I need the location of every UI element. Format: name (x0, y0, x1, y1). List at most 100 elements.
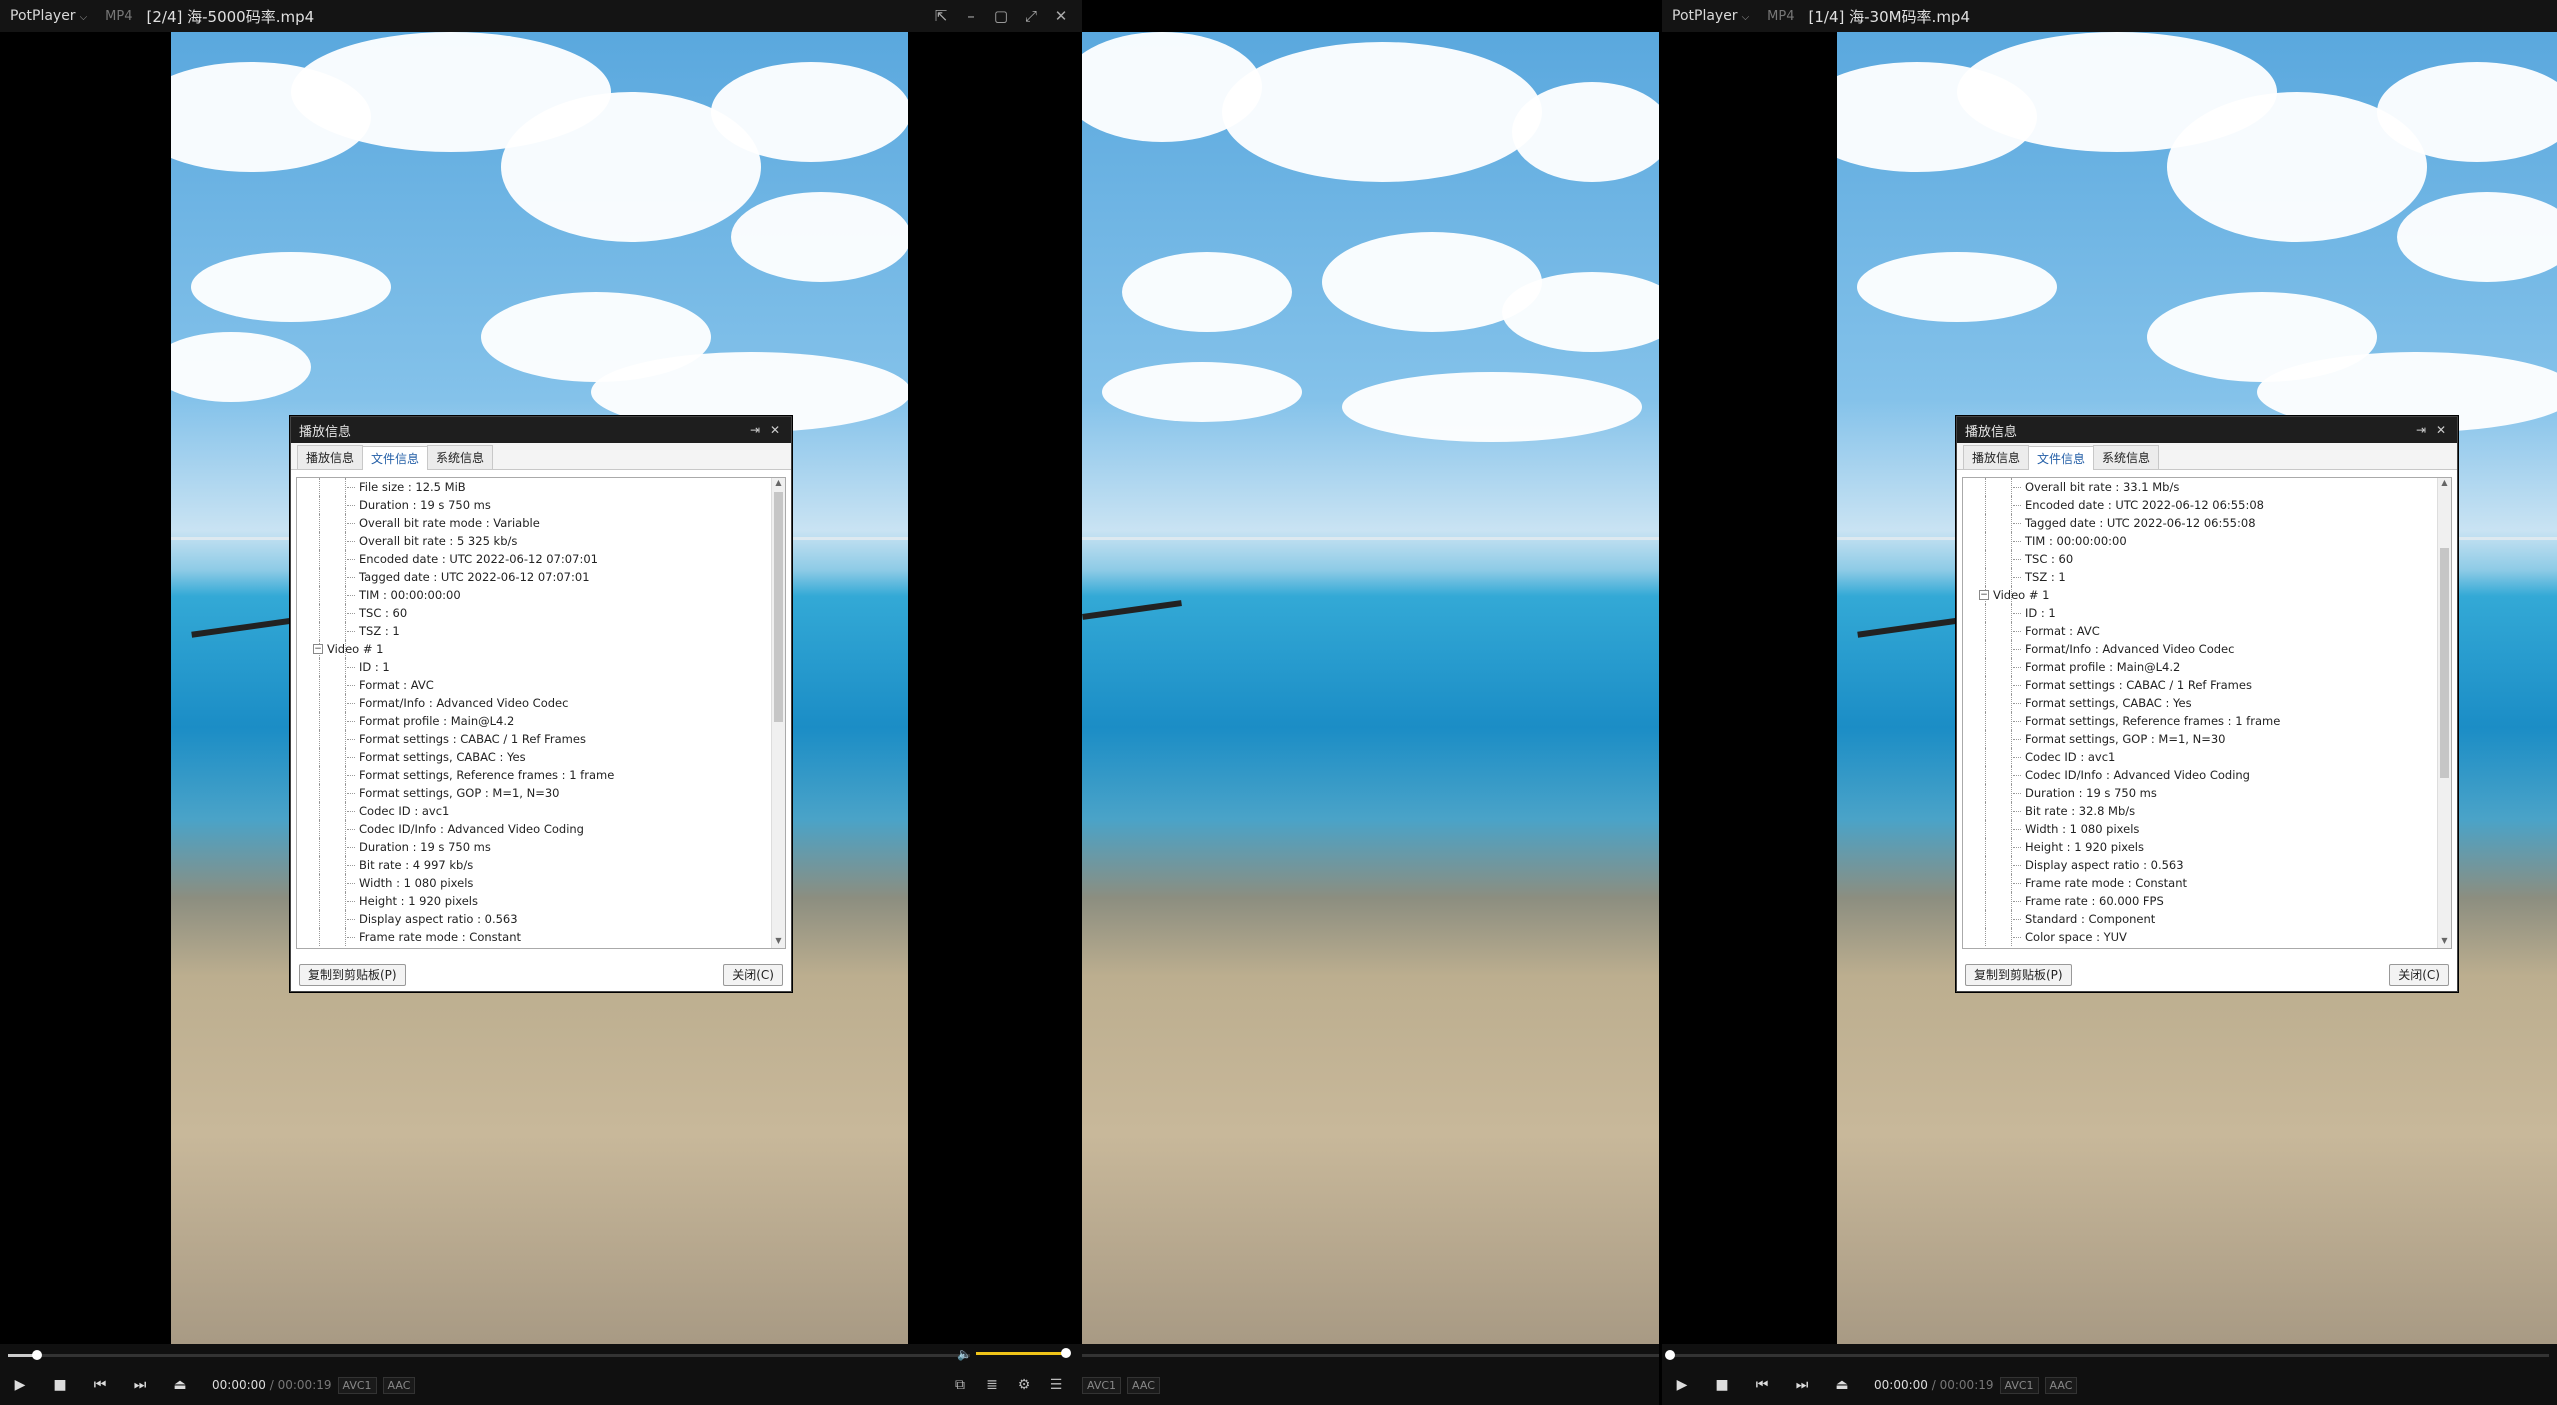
tree-row[interactable]: − Video # 1 (1963, 586, 2437, 604)
playlist-icon[interactable]: ≣ (976, 1377, 1008, 1393)
tree-row[interactable]: Format : AVC (1963, 622, 2437, 640)
tree-row[interactable]: Display aspect ratio : 0.563 (1963, 856, 2437, 874)
tree-row[interactable]: − Video # 1 (297, 640, 771, 658)
tab-playback-info[interactable]: 播放信息 (1963, 445, 2030, 469)
collapse-icon[interactable]: − (313, 644, 323, 654)
seek-bar[interactable] (1082, 1354, 1659, 1357)
volume-icon[interactable]: 🔈 (957, 1347, 972, 1361)
volume-slider[interactable] (976, 1348, 1071, 1358)
scroll-up-icon[interactable]: ▲ (2438, 478, 2451, 490)
tree-scrollbar[interactable]: ▲ ▼ (771, 478, 785, 948)
tree-row[interactable]: Standard : Component (1963, 910, 2437, 928)
tree-row[interactable]: TIM : 00:00:00:00 (297, 586, 771, 604)
dialog-title-bar[interactable]: 播放信息 ⇥ ✕ (291, 417, 791, 443)
tree-row[interactable]: Frame rate mode : Constant (1963, 874, 2437, 892)
tree-row[interactable]: ID : 1 (297, 658, 771, 676)
tab-file-info[interactable]: 文件信息 (2028, 446, 2095, 470)
eject-button[interactable]: ⏏ (160, 1377, 200, 1393)
play-button[interactable]: ▶ (1662, 1377, 1702, 1393)
tree-row[interactable]: Format/Info : Advanced Video Codec (1963, 640, 2437, 658)
subtitle-icon[interactable]: ⧉ (944, 1377, 976, 1393)
seek-bar[interactable] (1665, 1350, 2549, 1360)
tab-system-info[interactable]: 系统信息 (2093, 445, 2160, 469)
eject-button[interactable]: ⏏ (1822, 1377, 1862, 1393)
scrollbar-thumb[interactable] (2440, 548, 2449, 778)
tree-row[interactable]: Format profile : Main@L4.2 (297, 712, 771, 730)
stop-button[interactable]: ■ (40, 1377, 80, 1393)
tree-row[interactable]: Format settings, Reference frames : 1 fr… (297, 766, 771, 784)
settings-icon[interactable]: ⚙ (1008, 1377, 1040, 1393)
tree-row[interactable]: Frame rate mode : Constant (297, 928, 771, 946)
tree-row[interactable]: Codec ID/Info : Advanced Video Coding (297, 820, 771, 838)
copy-to-clipboard-button[interactable]: 复制到剪贴板(P) (299, 964, 406, 986)
tree-row[interactable]: TSZ : 1 (1963, 568, 2437, 586)
tree-scrollbar[interactable]: ▲ ▼ (2437, 478, 2451, 948)
tree-row[interactable]: Format settings : CABAC / 1 Ref Frames (1963, 676, 2437, 694)
tree-row[interactable]: TSC : 60 (297, 604, 771, 622)
tree-row[interactable]: Duration : 19 s 750 ms (1963, 784, 2437, 802)
pin-icon[interactable]: ⇱ (926, 7, 956, 25)
app-menu-button[interactable]: PotPlayer ⌵ (0, 8, 97, 24)
app-menu-button[interactable]: PotPlayer ⌵ (1662, 8, 1759, 24)
tree-row[interactable]: Format/Info : Advanced Video Codec (297, 694, 771, 712)
volume-thumb[interactable] (1061, 1348, 1071, 1358)
play-button[interactable]: ▶ (0, 1377, 40, 1393)
tree-row[interactable]: Bit rate : 32.8 Mb/s (1963, 802, 2437, 820)
tree-row[interactable]: Height : 1 920 pixels (297, 892, 771, 910)
dialog-title-bar[interactable]: 播放信息 ⇥ ✕ (1957, 417, 2457, 443)
collapse-icon[interactable]: − (1979, 590, 1989, 600)
tree-row[interactable]: Format profile : Main@L4.2 (1963, 658, 2437, 676)
maximize-button[interactable]: ▢ (986, 7, 1016, 25)
tree-row[interactable]: Width : 1 080 pixels (297, 874, 771, 892)
info-tree[interactable]: File size : 12.5 MiB Duration : 19 s 750 … (296, 477, 786, 949)
tab-file-info[interactable]: 文件信息 (362, 446, 429, 470)
info-tree[interactable]: Overall bit rate : 33.1 Mb/s Encoded date… (1962, 477, 2452, 949)
seek-thumb[interactable] (1665, 1350, 1675, 1360)
tree-row[interactable]: Overall bit rate : 5 325 kb/s (297, 532, 771, 550)
tree-row[interactable]: Color space : YUV (1963, 928, 2437, 946)
tree-row[interactable]: Format settings, Reference frames : 1 fr… (1963, 712, 2437, 730)
tree-row[interactable]: Codec ID/Info : Advanced Video Coding (1963, 766, 2437, 784)
tree-row[interactable]: Format settings, GOP : M=1, N=30 (1963, 730, 2437, 748)
close-dialog-button[interactable]: 关闭(C) (2389, 964, 2449, 986)
copy-to-clipboard-button[interactable]: 复制到剪贴板(P) (1965, 964, 2072, 986)
title-bar[interactable]: PotPlayer ⌵ MP4 [2/4] 海-5000码率.mp4 ⇱ – ▢ … (0, 0, 1082, 32)
tree-row[interactable]: Format settings, CABAC : Yes (297, 748, 771, 766)
previous-button[interactable]: ⏮ (1742, 1377, 1782, 1393)
fullscreen-button[interactable]: ⤢ (1016, 7, 1046, 25)
tab-playback-info[interactable]: 播放信息 (297, 445, 364, 469)
tree-row[interactable]: Format settings, CABAC : Yes (1963, 694, 2437, 712)
next-button[interactable]: ⏭ (120, 1377, 160, 1393)
seek-thumb[interactable] (31, 1350, 42, 1360)
tree-row[interactable]: Tagged date : UTC 2022-06-12 06:55:08 (1963, 514, 2437, 532)
tree-row[interactable]: Overall bit rate mode : Variable (297, 514, 771, 532)
tree-row[interactable]: Format : AVC (297, 676, 771, 694)
tree-row[interactable]: Frame rate : 60.000 FPS (1963, 892, 2437, 910)
video-area[interactable] (1082, 32, 1659, 1344)
tree-row[interactable]: Format settings : CABAC / 1 Ref Frames (297, 730, 771, 748)
tree-row[interactable]: Duration : 19 s 750 ms (297, 496, 771, 514)
scroll-down-icon[interactable]: ▼ (2438, 936, 2451, 948)
seek-bar[interactable] (8, 1350, 970, 1360)
tree-row[interactable]: ID : 1 (1963, 604, 2437, 622)
close-button[interactable]: ✕ (1046, 7, 1076, 25)
scroll-down-icon[interactable]: ▼ (772, 936, 785, 948)
dialog-pin-icon[interactable]: ⇥ (745, 423, 765, 437)
tree-row[interactable]: Overall bit rate : 33.1 Mb/s (1963, 478, 2437, 496)
tree-row[interactable]: Width : 1 080 pixels (1963, 820, 2437, 838)
tree-row[interactable]: Tagged date : UTC 2022-06-12 07:07:01 (297, 568, 771, 586)
dialog-close-icon[interactable]: ✕ (2431, 423, 2451, 437)
dialog-close-icon[interactable]: ✕ (765, 423, 785, 437)
title-bar[interactable]: PotPlayer ⌵ MP4 [1/4] 海-30M码率.mp4 (1662, 0, 2557, 32)
tree-row[interactable]: Height : 1 920 pixels (1963, 838, 2437, 856)
tree-row[interactable]: TIM : 00:00:00:00 (1963, 532, 2437, 550)
tree-row[interactable]: Display aspect ratio : 0.563 (297, 910, 771, 928)
next-button[interactable]: ⏭ (1782, 1377, 1822, 1393)
tree-row[interactable]: Codec ID : avc1 (297, 802, 771, 820)
previous-button[interactable]: ⏮ (80, 1377, 120, 1393)
stop-button[interactable]: ■ (1702, 1377, 1742, 1393)
dialog-pin-icon[interactable]: ⇥ (2411, 423, 2431, 437)
tree-row[interactable]: File size : 12.5 MiB (297, 478, 771, 496)
tree-row[interactable]: Bit rate : 4 997 kb/s (297, 856, 771, 874)
scrollbar-thumb[interactable] (774, 492, 783, 722)
